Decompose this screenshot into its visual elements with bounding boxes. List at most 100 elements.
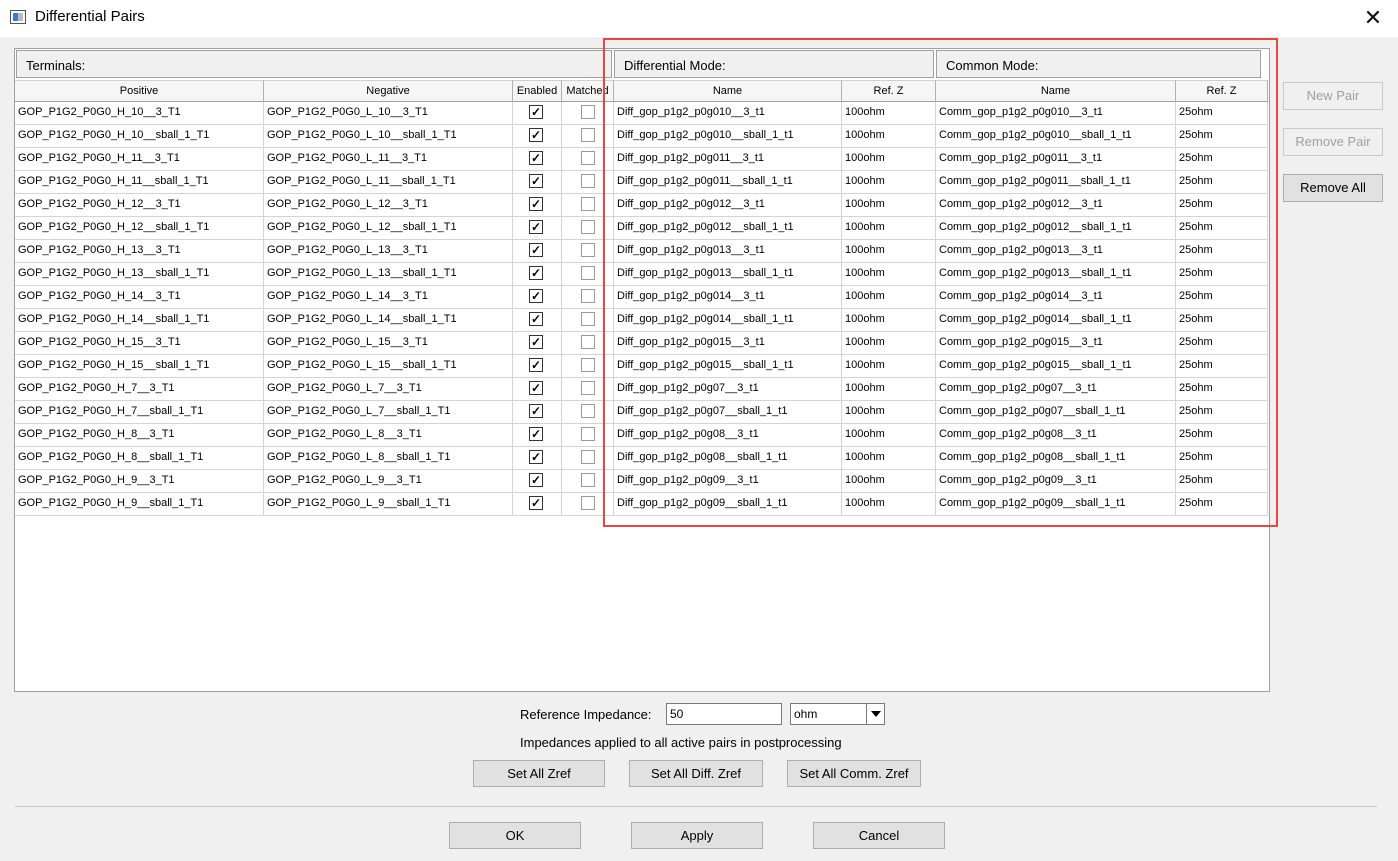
table-row[interactable]: GOP_P1G2_P0G0_H_11__sball_1_T1 GOP_P1G2_P… bbox=[15, 171, 1268, 194]
table-row[interactable]: GOP_P1G2_P0G0_H_13__3_T1 GOP_P1G2_P0G0_L_… bbox=[15, 240, 1268, 263]
column-header-enabled[interactable]: Enabled bbox=[513, 80, 562, 102]
negative-cell[interactable]: GOP_P1G2_P0G0_L_7__sball_1_T1 bbox=[264, 401, 513, 424]
negative-cell[interactable]: GOP_P1G2_P0G0_L_10__sball_1_T1 bbox=[264, 125, 513, 148]
diff-name-cell[interactable]: Diff_gop_p1g2_p0g09__3_t1 bbox=[614, 470, 842, 493]
diff-name-cell[interactable]: Diff_gop_p1g2_p0g010__sball_1_t1 bbox=[614, 125, 842, 148]
diff-refz-cell[interactable]: 100ohm bbox=[842, 424, 936, 447]
enabled-checkbox[interactable]: ✓ bbox=[529, 289, 543, 303]
column-header-diff-name[interactable]: Name bbox=[614, 80, 842, 102]
diff-name-cell[interactable]: Diff_gop_p1g2_p0g08__sball_1_t1 bbox=[614, 447, 842, 470]
negative-cell[interactable]: GOP_P1G2_P0G0_L_11__sball_1_T1 bbox=[264, 171, 513, 194]
comm-name-cell[interactable]: Comm_gop_p1g2_p0g011__3_t1 bbox=[936, 148, 1176, 171]
comm-name-cell[interactable]: Comm_gop_p1g2_p0g014__sball_1_t1 bbox=[936, 309, 1176, 332]
ok-button[interactable]: OK bbox=[449, 822, 581, 849]
set-all-diff-zref-button[interactable]: Set All Diff. Zref bbox=[629, 760, 763, 787]
negative-cell[interactable]: GOP_P1G2_P0G0_L_14__3_T1 bbox=[264, 286, 513, 309]
remove-all-button[interactable]: Remove All bbox=[1283, 174, 1383, 202]
diff-refz-cell[interactable]: 100ohm bbox=[842, 332, 936, 355]
matched-checkbox[interactable] bbox=[581, 151, 595, 165]
matched-checkbox[interactable] bbox=[581, 381, 595, 395]
negative-cell[interactable]: GOP_P1G2_P0G0_L_13__sball_1_T1 bbox=[264, 263, 513, 286]
comm-refz-cell[interactable]: 25ohm bbox=[1176, 378, 1268, 401]
diff-name-cell[interactable]: Diff_gop_p1g2_p0g09__sball_1_t1 bbox=[614, 493, 842, 516]
negative-cell[interactable]: GOP_P1G2_P0G0_L_15__3_T1 bbox=[264, 332, 513, 355]
comm-name-cell[interactable]: Comm_gop_p1g2_p0g013__sball_1_t1 bbox=[936, 263, 1176, 286]
enabled-checkbox[interactable]: ✓ bbox=[529, 128, 543, 142]
negative-cell[interactable]: GOP_P1G2_P0G0_L_9__3_T1 bbox=[264, 470, 513, 493]
enabled-checkbox[interactable]: ✓ bbox=[529, 473, 543, 487]
reference-impedance-input[interactable]: 50 bbox=[666, 703, 782, 725]
comm-refz-cell[interactable]: 25ohm bbox=[1176, 263, 1268, 286]
negative-cell[interactable]: GOP_P1G2_P0G0_L_9__sball_1_T1 bbox=[264, 493, 513, 516]
positive-cell[interactable]: GOP_P1G2_P0G0_H_14__3_T1 bbox=[15, 286, 264, 309]
enabled-checkbox[interactable]: ✓ bbox=[529, 151, 543, 165]
comm-name-cell[interactable]: Comm_gop_p1g2_p0g08__sball_1_t1 bbox=[936, 447, 1176, 470]
matched-checkbox[interactable] bbox=[581, 404, 595, 418]
negative-cell[interactable]: GOP_P1G2_P0G0_L_10__3_T1 bbox=[264, 102, 513, 125]
comm-refz-cell[interactable]: 25ohm bbox=[1176, 194, 1268, 217]
diff-refz-cell[interactable]: 100ohm bbox=[842, 378, 936, 401]
comm-refz-cell[interactable]: 25ohm bbox=[1176, 286, 1268, 309]
matched-checkbox[interactable] bbox=[581, 427, 595, 441]
table-row[interactable]: GOP_P1G2_P0G0_H_13__sball_1_T1 GOP_P1G2_P… bbox=[15, 263, 1268, 286]
enabled-checkbox[interactable]: ✓ bbox=[529, 381, 543, 395]
matched-checkbox[interactable] bbox=[581, 289, 595, 303]
comm-name-cell[interactable]: Comm_gop_p1g2_p0g09__3_t1 bbox=[936, 470, 1176, 493]
positive-cell[interactable]: GOP_P1G2_P0G0_H_15__3_T1 bbox=[15, 332, 264, 355]
positive-cell[interactable]: GOP_P1G2_P0G0_H_7__sball_1_T1 bbox=[15, 401, 264, 424]
matched-checkbox[interactable] bbox=[581, 450, 595, 464]
table-row[interactable]: GOP_P1G2_P0G0_H_8__3_T1 GOP_P1G2_P0G0_L_8… bbox=[15, 424, 1268, 447]
column-header-diff-refz[interactable]: Ref. Z bbox=[842, 80, 936, 102]
comm-name-cell[interactable]: Comm_gop_p1g2_p0g07__sball_1_t1 bbox=[936, 401, 1176, 424]
enabled-checkbox[interactable]: ✓ bbox=[529, 105, 543, 119]
diff-name-cell[interactable]: Diff_gop_p1g2_p0g015__sball_1_t1 bbox=[614, 355, 842, 378]
positive-cell[interactable]: GOP_P1G2_P0G0_H_11__3_T1 bbox=[15, 148, 264, 171]
matched-checkbox[interactable] bbox=[581, 174, 595, 188]
diff-refz-cell[interactable]: 100ohm bbox=[842, 493, 936, 516]
enabled-checkbox[interactable]: ✓ bbox=[529, 404, 543, 418]
negative-cell[interactable]: GOP_P1G2_P0G0_L_8__sball_1_T1 bbox=[264, 447, 513, 470]
set-all-comm-zref-button[interactable]: Set All Comm. Zref bbox=[787, 760, 921, 787]
comm-refz-cell[interactable]: 25ohm bbox=[1176, 240, 1268, 263]
comm-refz-cell[interactable]: 25ohm bbox=[1176, 309, 1268, 332]
enabled-checkbox[interactable]: ✓ bbox=[529, 266, 543, 280]
comm-refz-cell[interactable]: 25ohm bbox=[1176, 447, 1268, 470]
comm-name-cell[interactable]: Comm_gop_p1g2_p0g015__sball_1_t1 bbox=[936, 355, 1176, 378]
negative-cell[interactable]: GOP_P1G2_P0G0_L_14__sball_1_T1 bbox=[264, 309, 513, 332]
table-row[interactable]: GOP_P1G2_P0G0_H_12__sball_1_T1 GOP_P1G2_P… bbox=[15, 217, 1268, 240]
comm-refz-cell[interactable]: 25ohm bbox=[1176, 493, 1268, 516]
negative-cell[interactable]: GOP_P1G2_P0G0_L_13__3_T1 bbox=[264, 240, 513, 263]
diff-name-cell[interactable]: Diff_gop_p1g2_p0g013__sball_1_t1 bbox=[614, 263, 842, 286]
comm-refz-cell[interactable]: 25ohm bbox=[1176, 401, 1268, 424]
enabled-checkbox[interactable]: ✓ bbox=[529, 243, 543, 257]
diff-refz-cell[interactable]: 100ohm bbox=[842, 171, 936, 194]
diff-refz-cell[interactable]: 100ohm bbox=[842, 102, 936, 125]
enabled-checkbox[interactable]: ✓ bbox=[529, 197, 543, 211]
positive-cell[interactable]: GOP_P1G2_P0G0_H_10__3_T1 bbox=[15, 102, 264, 125]
table-row[interactable]: GOP_P1G2_P0G0_H_15__3_T1 GOP_P1G2_P0G0_L_… bbox=[15, 332, 1268, 355]
diff-name-cell[interactable]: Diff_gop_p1g2_p0g014__3_t1 bbox=[614, 286, 842, 309]
diff-name-cell[interactable]: Diff_gop_p1g2_p0g010__3_t1 bbox=[614, 102, 842, 125]
positive-cell[interactable]: GOP_P1G2_P0G0_H_13__3_T1 bbox=[15, 240, 264, 263]
comm-refz-cell[interactable]: 25ohm bbox=[1176, 424, 1268, 447]
table-row[interactable]: GOP_P1G2_P0G0_H_12__3_T1 GOP_P1G2_P0G0_L_… bbox=[15, 194, 1268, 217]
enabled-checkbox[interactable]: ✓ bbox=[529, 358, 543, 372]
positive-cell[interactable]: GOP_P1G2_P0G0_H_13__sball_1_T1 bbox=[15, 263, 264, 286]
table-row[interactable]: GOP_P1G2_P0G0_H_15__sball_1_T1 GOP_P1G2_P… bbox=[15, 355, 1268, 378]
matched-checkbox[interactable] bbox=[581, 197, 595, 211]
diff-refz-cell[interactable]: 100ohm bbox=[842, 309, 936, 332]
table-row[interactable]: GOP_P1G2_P0G0_H_9__sball_1_T1 GOP_P1G2_P0… bbox=[15, 493, 1268, 516]
positive-cell[interactable]: GOP_P1G2_P0G0_H_10__sball_1_T1 bbox=[15, 125, 264, 148]
table-row[interactable]: GOP_P1G2_P0G0_H_10__3_T1 GOP_P1G2_P0G0_L_… bbox=[15, 102, 1268, 125]
diff-name-cell[interactable]: Diff_gop_p1g2_p0g012__sball_1_t1 bbox=[614, 217, 842, 240]
diff-name-cell[interactable]: Diff_gop_p1g2_p0g011__sball_1_t1 bbox=[614, 171, 842, 194]
negative-cell[interactable]: GOP_P1G2_P0G0_L_12__3_T1 bbox=[264, 194, 513, 217]
matched-checkbox[interactable] bbox=[581, 496, 595, 510]
comm-name-cell[interactable]: Comm_gop_p1g2_p0g07__3_t1 bbox=[936, 378, 1176, 401]
diff-name-cell[interactable]: Diff_gop_p1g2_p0g07__3_t1 bbox=[614, 378, 842, 401]
diff-refz-cell[interactable]: 100ohm bbox=[842, 263, 936, 286]
negative-cell[interactable]: GOP_P1G2_P0G0_L_15__sball_1_T1 bbox=[264, 355, 513, 378]
enabled-checkbox[interactable]: ✓ bbox=[529, 427, 543, 441]
impedance-unit-select[interactable]: ohm bbox=[790, 703, 885, 725]
diff-name-cell[interactable]: Diff_gop_p1g2_p0g011__3_t1 bbox=[614, 148, 842, 171]
